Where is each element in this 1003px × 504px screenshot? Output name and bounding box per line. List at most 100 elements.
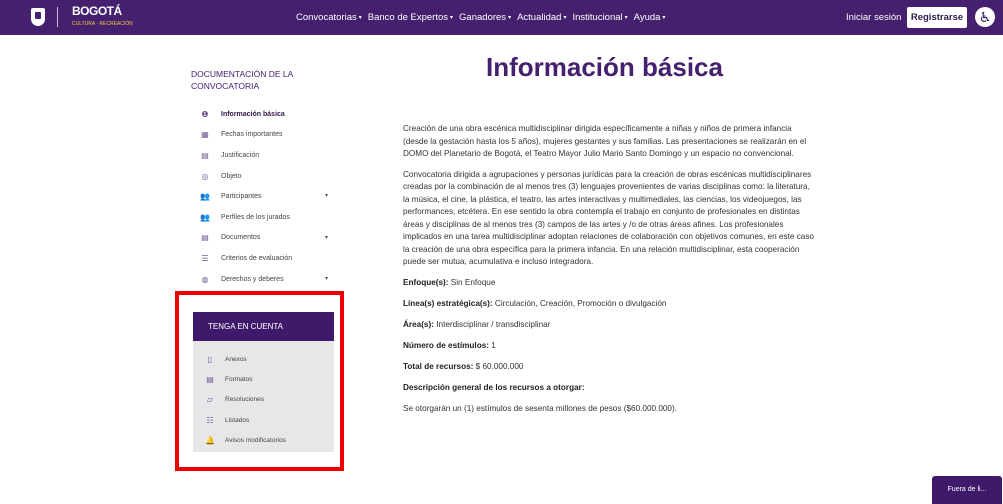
chevron-down-icon: ▾ [563, 15, 567, 21]
info-field: Número de estímulos: 1 [403, 340, 818, 353]
info-field-label: Número de estímulos: [403, 340, 489, 350]
file-icon: ▤ [206, 374, 214, 384]
nav-item-label: Convocatorias [296, 12, 357, 23]
tenga-item[interactable]: 🔔 Avisos modificatorios [205, 430, 286, 450]
brand-divider [57, 7, 58, 27]
target-icon: ◎ [201, 171, 209, 181]
sidebar-item-label: Objeto [221, 172, 242, 180]
sidebar-item[interactable]: 👥 Participantes ▾ [200, 186, 340, 207]
users-icon: 👥 [200, 192, 210, 202]
floating-button[interactable]: Fuera de li... [932, 476, 1002, 504]
chevron-down-icon: ▾ [450, 15, 454, 21]
nav-item-institucional[interactable]: Institucional ▾ [572, 12, 627, 23]
crest-icon [31, 8, 45, 26]
tenga-item[interactable]: ▱ Resoluciones [205, 390, 286, 410]
info-field-value: Sin Enfoque [450, 277, 496, 287]
tenga-item-label: Resoluciones [225, 396, 265, 404]
tenga-en-cuenta-header: TENGA EN CUENTA [193, 312, 334, 341]
info-field: Área(s): Interdisciplinar / transdiscipl… [403, 319, 818, 332]
info-field-value: Interdisciplinar / transdisciplinar [436, 319, 551, 329]
sidebar-item-label: Documentos [221, 234, 261, 242]
chevron-down-icon: ▾ [624, 15, 628, 21]
tenga-en-cuenta-list: ▯ Anexos ▤ Formatos ▱ Resoluciones ☷ Listados 🔔 A… [205, 349, 286, 450]
info-field-label: Enfoque(s): [403, 277, 449, 287]
file-icon: ▤ [201, 233, 209, 243]
sidebar-item[interactable]: ▦ Fechas importantes [200, 125, 340, 146]
chevron-down-icon: ▾ [358, 15, 362, 21]
list-icon: ☰ [201, 253, 209, 263]
nav-item-banco-de-expertos[interactable]: Banco de Expertos ▾ [368, 12, 453, 23]
info-icon: ❶ [201, 109, 209, 119]
tenga-item[interactable]: ▯ Anexos [205, 349, 286, 369]
sidebar-item[interactable]: ▤ Documentos ▾ [200, 228, 340, 249]
tenga-item-label: Avisos modificatorios [225, 436, 286, 444]
tenga-item-label: Listados [225, 416, 250, 424]
nav-item-label: Ganadores [459, 12, 507, 23]
page-title: Información básica [486, 52, 723, 82]
chevron-down-icon[interactable]: ▾ [325, 192, 328, 199]
tenga-en-cuenta-panel: TENGA EN CUENTA ▯ Anexos ▤ Formatos ▱ Resoluc… [193, 312, 334, 452]
accessibility-icon[interactable]: ♿ [975, 7, 995, 27]
main-nav: Convocatorias ▾ Banco de Expertos ▾ Ganadore… [296, 0, 671, 35]
sidebar-item[interactable]: ▤ Justificación [200, 145, 340, 166]
resources-text: Se otorgarán un (1) estímulos de sesenta… [403, 403, 677, 413]
brand-text: BOGOTÁ CULTURA · RECREACIÓN [72, 5, 133, 30]
info-field-value: Circulación, Creación, Promoción o divul… [494, 298, 667, 308]
info-field-value: $ 60.000.000 [475, 361, 524, 371]
sidebar-item[interactable]: ◎ Objeto [200, 166, 340, 187]
sidebar-item-label: Participantes [221, 193, 262, 201]
file-edit-icon: ▱ [206, 395, 214, 405]
calendar-icon: ▦ [201, 130, 209, 140]
sidebar-item-label: Perfiles de los jurados [221, 213, 290, 221]
brand-subtitle: CULTURA · RECREACIÓN [72, 20, 133, 27]
tenga-item-label: Formatos [225, 375, 253, 383]
tenga-item[interactable]: ☷ Listados [205, 410, 286, 430]
main-content: Creación de una obra escénica multidisci… [403, 123, 818, 423]
info-field-label: Total de recursos: [403, 361, 474, 371]
brand-logo[interactable]: BOGOTÁ CULTURA · RECREACIÓN [31, 5, 133, 30]
nav-item-ganadores[interactable]: Ganadores ▾ [459, 12, 511, 23]
tenga-item-label: Anexos [225, 355, 247, 363]
description-paragraph: Convocatoria dirigida a agrupaciones y p… [403, 169, 814, 267]
nav-item-label: Actualidad [517, 12, 562, 23]
nav-item-label: Banco de Expertos [367, 12, 449, 23]
sidebar-item[interactable]: ◍ Derechos y deberes ▾ [200, 269, 340, 290]
info-field-label: Línea(s) estratégica(s): [403, 298, 493, 308]
tenga-item[interactable]: ▤ Formatos [205, 369, 286, 389]
nav-item-label: Ayuda [633, 12, 661, 23]
info-field: Línea(s) estratégica(s): Circulación, Cr… [403, 298, 818, 311]
document-icon: ▤ [201, 150, 209, 160]
sidebar-item[interactable]: ☰ Criterios de evaluación [200, 248, 340, 269]
nav-item-ayuda[interactable]: Ayuda ▾ [634, 12, 666, 23]
sidebar-item-label: Criterios de evaluación [221, 254, 293, 262]
nav-item-actualidad[interactable]: Actualidad ▾ [517, 12, 566, 23]
info-field-value: 1 [491, 340, 496, 350]
info-field: Total de recursos: $ 60.000.000 [403, 361, 818, 374]
users-icon: 👥 [200, 212, 210, 222]
register-button[interactable]: Registrarse [907, 7, 967, 28]
attachment-icon: ▯ [207, 354, 213, 364]
nav-item-convocatorias[interactable]: Convocatorias ▾ [296, 12, 362, 23]
list-icon: ☷ [206, 415, 214, 425]
chevron-down-icon: ▾ [662, 15, 666, 21]
sidebar-item[interactable]: 👥 Perfiles de los jurados [200, 207, 340, 228]
description-paragraph: Creación de una obra escénica multidisci… [403, 124, 807, 158]
info-field-label: Descripción general de los recursos a ot… [403, 382, 585, 392]
chevron-down-icon[interactable]: ▾ [325, 234, 328, 241]
sidebar-item-label: Derechos y deberes [221, 275, 284, 283]
chevron-down-icon: ▾ [508, 15, 512, 21]
nav-item-label: Institucional [572, 12, 623, 23]
brand-name: BOGOTÁ [72, 3, 122, 18]
info-field: Descripción general de los recursos a ot… [403, 382, 818, 395]
info-field: Enfoque(s): Sin Enfoque [403, 277, 818, 290]
top-navbar: BOGOTÁ CULTURA · RECREACIÓN Convocatoria… [0, 0, 1003, 35]
sidebar-title: DOCUMENTACIÓN DE LA CONVOCATORIA [191, 69, 293, 91]
sidebar-item[interactable]: ❶ Información básica [200, 104, 340, 125]
login-link[interactable]: Iniciar sesión [846, 12, 901, 23]
globe-icon: ◍ [201, 274, 209, 284]
info-field-label: Área(s): [403, 319, 434, 329]
sidebar-menu: ❶ Información básica ▦ Fechas importantes ▤ J… [200, 104, 340, 289]
sidebar-item-label: Información básica [221, 110, 285, 118]
bell-icon: 🔔 [205, 435, 215, 445]
chevron-down-icon[interactable]: ▾ [325, 275, 328, 282]
